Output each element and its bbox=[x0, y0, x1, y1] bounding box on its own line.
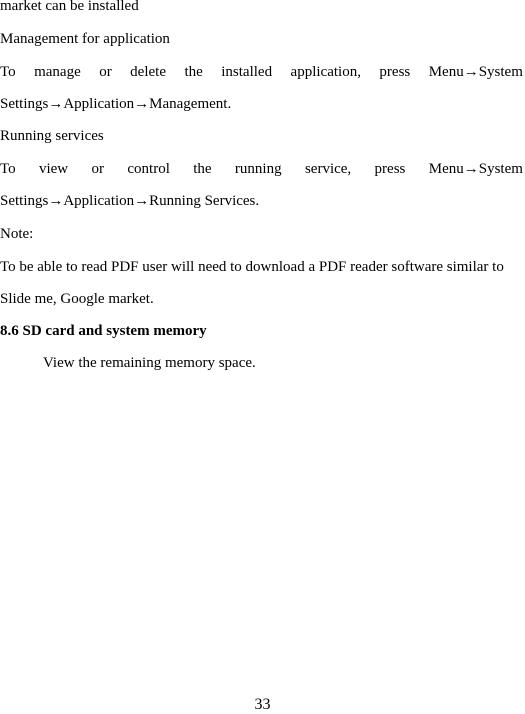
text-line: Settings→Application→Running Services. bbox=[0, 193, 260, 209]
word: running bbox=[234, 161, 282, 177]
word: service, bbox=[304, 161, 352, 177]
word: view bbox=[38, 161, 69, 177]
section-heading: 8.6 SD card and system memory bbox=[0, 323, 207, 339]
word: or bbox=[99, 64, 112, 80]
word: manage bbox=[34, 64, 81, 80]
word: the bbox=[184, 64, 203, 80]
text-line: View the remaining memory space. bbox=[43, 355, 256, 371]
text-line: To be able to read PDF user will need to… bbox=[0, 259, 504, 275]
page-number: 33 bbox=[254, 696, 271, 713]
word: delete bbox=[130, 64, 166, 80]
word: Menu→System bbox=[428, 64, 523, 80]
word: press bbox=[374, 161, 406, 177]
justified-line-view: To view or control the running service, … bbox=[0, 160, 523, 178]
word: application, bbox=[290, 64, 361, 80]
word: the bbox=[193, 161, 212, 177]
justified-line-manage: To manage or delete the installed applic… bbox=[0, 63, 523, 81]
text-line: Slide me, Google market. bbox=[0, 291, 154, 307]
word: press bbox=[379, 64, 411, 80]
word: or bbox=[91, 161, 105, 177]
text-line: market can be installed bbox=[0, 0, 139, 14]
text-line: Settings→Application→Management. bbox=[0, 96, 232, 112]
word: Menu→System bbox=[428, 161, 523, 177]
word: To bbox=[0, 64, 16, 80]
note-label: Note: bbox=[0, 226, 34, 242]
word: installed bbox=[221, 64, 273, 80]
word: To bbox=[0, 161, 16, 177]
subheading-running-services: Running services bbox=[0, 128, 104, 144]
subheading-management: Management for application bbox=[0, 31, 170, 47]
word: control bbox=[127, 161, 170, 177]
